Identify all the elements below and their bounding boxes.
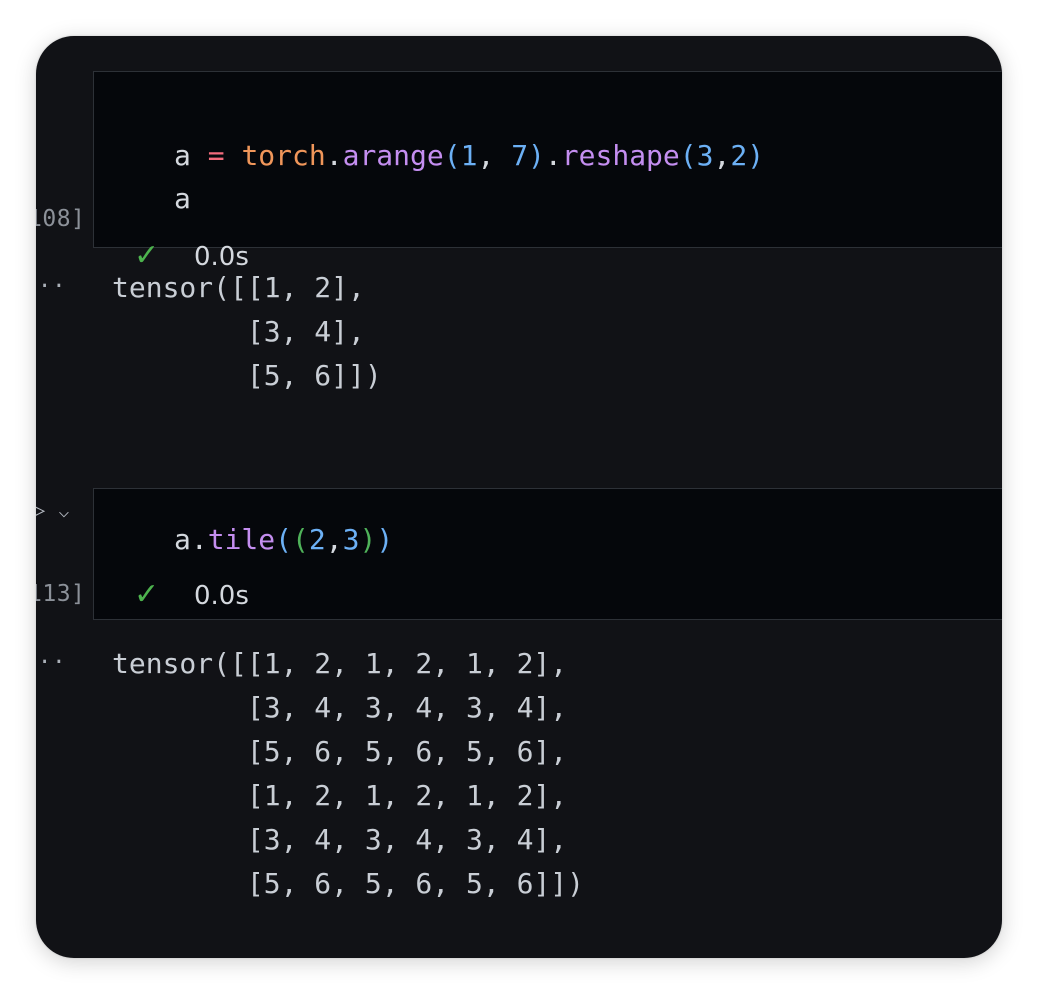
output-marker-1[interactable]: ·· [38, 274, 67, 299]
output-line: tensor([[1, 2], [112, 271, 365, 304]
output-line: [5, 6, 5, 6, 5, 6]]) [112, 867, 585, 900]
check-icon: ✓ [134, 577, 160, 612]
code-token: ) [747, 139, 765, 172]
code-token: ( [292, 523, 309, 556]
chevron-down-icon[interactable]: ⌵ [59, 501, 70, 522]
execution-time: 0.0s [194, 581, 249, 611]
code-token: ( [275, 523, 293, 556]
code-token: = [207, 139, 225, 172]
output-line: [5, 6, 5, 6, 5, 6], [112, 735, 568, 768]
code-token: ( [443, 139, 461, 172]
run-icon[interactable]: ▷ [36, 498, 45, 523]
code-token: ) [376, 523, 394, 556]
output-line: tensor([[1, 2, 1, 2, 1, 2], [112, 647, 568, 680]
code-token: torch [241, 139, 326, 172]
code-token: reshape [561, 139, 680, 172]
code-token: 2 [308, 523, 326, 556]
code-token: a [174, 182, 191, 215]
code-token: . [190, 523, 208, 556]
code-token: , [713, 139, 731, 172]
code-token: arange [342, 139, 444, 172]
execution-status-2: ✓ 0.0s [134, 577, 249, 612]
code-token: 3 [696, 139, 714, 172]
code-token: 3 [342, 523, 360, 556]
execution-count-1: 108] [36, 206, 86, 232]
code-token: 7 [511, 139, 529, 172]
cell-run-controls: ▷ ⌵ [36, 498, 69, 523]
code-token: . [544, 139, 562, 172]
code-token: ) [528, 139, 545, 172]
code-editor-2[interactable]: a.tile((2,3)) [174, 518, 393, 561]
code-token: a [174, 139, 191, 172]
output-line: [3, 4], [112, 315, 365, 348]
output-line: [3, 4, 3, 4, 3, 4], [112, 823, 568, 856]
code-token: a [174, 523, 191, 556]
output-marker-2[interactable]: ·· [38, 650, 67, 675]
code-token: . [325, 139, 343, 172]
code-token: tile [207, 523, 276, 556]
code-editor-1[interactable]: a = torch.arange(1, 7).reshape(3,2) a [174, 134, 764, 220]
code-token: ( [679, 139, 697, 172]
code-token: 2 [730, 139, 748, 172]
code-token: , [325, 523, 343, 556]
code-cell-2[interactable]: a.tile((2,3)) ✓ 0.0s [93, 488, 1002, 620]
code-token: ) [359, 523, 377, 556]
code-token: , [477, 139, 495, 172]
code-cell-1[interactable]: a = torch.arange(1, 7).reshape(3,2) a ✓ 0… [93, 71, 1002, 273]
cell-output-2: tensor([[1, 2, 1, 2, 1, 2], [3, 4, 3, 4,… [112, 642, 584, 906]
code-token: 1 [460, 139, 478, 172]
output-line: [5, 6]]) [112, 359, 382, 392]
execution-count-2: 113] [36, 581, 86, 607]
output-line: [1, 2, 1, 2, 1, 2], [112, 779, 568, 812]
cell-output-1: tensor([[1, 2], [3, 4], [5, 6]]) [112, 266, 382, 398]
output-line: [3, 4, 3, 4, 3, 4], [112, 691, 568, 724]
notebook-window: a = torch.arange(1, 7).reshape(3,2) a ✓ 0… [36, 36, 1002, 958]
